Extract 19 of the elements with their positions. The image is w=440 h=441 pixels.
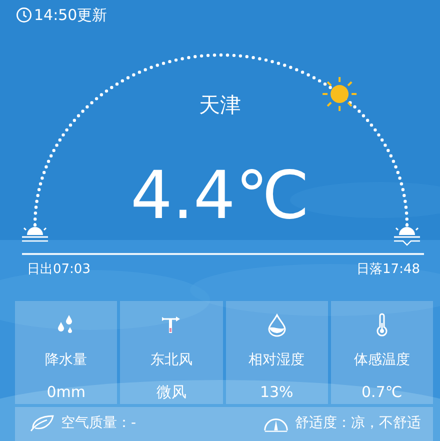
- sunset-icon: [394, 223, 420, 246]
- update-time: 14:50更新: [34, 6, 108, 24]
- stat-value: 13%: [260, 383, 294, 401]
- sunrise-icon: [22, 223, 48, 242]
- stat-label: 东北风: [150, 351, 192, 369]
- stat-label: 体感温度: [354, 351, 410, 369]
- air-quality: 空气质量：-: [61, 414, 136, 432]
- stat-label: 降水量: [45, 351, 88, 369]
- leaf-icon: [29, 413, 55, 433]
- stat-label: 相对湿度: [248, 351, 305, 369]
- city-name: 天津: [199, 92, 241, 119]
- stat-value: 0.7℃: [362, 383, 402, 401]
- comfort-level: 舒适度：凉，不舒适: [295, 414, 421, 432]
- stat-value: 0mm: [46, 383, 86, 401]
- temperature: 4.4℃: [130, 158, 310, 234]
- sunset-time: 日落17:48: [356, 261, 420, 279]
- clock-icon: [16, 7, 32, 23]
- stat-value: 微风: [156, 383, 186, 402]
- sunrise-time: 日出07:03: [27, 261, 90, 279]
